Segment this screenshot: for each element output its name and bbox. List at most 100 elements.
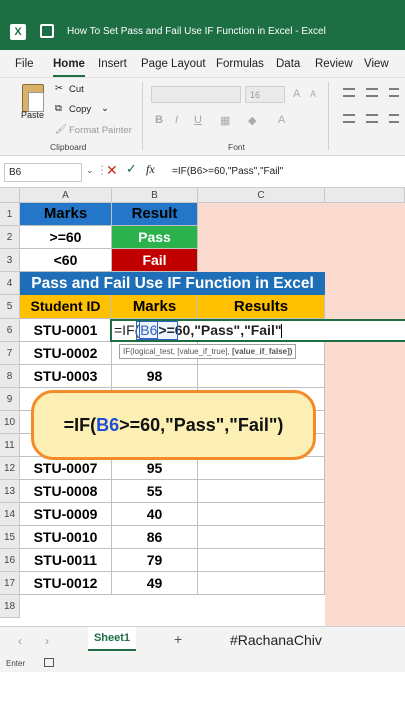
chevron-down-icon[interactable]: ⌄	[101, 103, 109, 114]
ribbon: Paste ✂ Cut ⧉ Copy ⌄ 🖌 Format Painter Cl…	[0, 78, 405, 156]
legend-header-marks[interactable]: Marks	[20, 203, 112, 226]
column-header-b[interactable]: B	[112, 188, 198, 203]
decrease-font-icon[interactable]: A	[310, 89, 316, 99]
scroll-left-icon[interactable]: ‹	[18, 634, 22, 648]
sheet-tab-sheet1[interactable]: Sheet1	[88, 627, 136, 651]
cell-marks[interactable]: 55	[112, 480, 198, 503]
enter-icon[interactable]: ✓	[126, 161, 137, 177]
fill-color-icon[interactable]: ◆	[248, 114, 256, 127]
insert-function-icon[interactable]: fx	[146, 162, 155, 177]
align-bottom-icon[interactable]	[389, 88, 399, 97]
row-header[interactable]: 18	[0, 595, 20, 618]
cell-student-id[interactable]: STU-0011	[20, 549, 112, 572]
align-center-icon[interactable]	[366, 114, 378, 123]
row-header[interactable]: 3	[0, 249, 20, 272]
cell-student-id[interactable]: STU-0002	[20, 342, 112, 365]
row-header[interactable]: 8	[0, 365, 20, 388]
row-header[interactable]: 9	[0, 388, 20, 411]
cell-result[interactable]	[198, 526, 325, 549]
row-header[interactable]: 7	[0, 342, 20, 365]
legend-condition-pass[interactable]: >=60	[20, 226, 112, 249]
row-header[interactable]: 13	[0, 480, 20, 503]
name-box[interactable]: B6	[4, 163, 82, 182]
cell-student-id[interactable]: STU-0003	[20, 365, 112, 388]
cell-marks[interactable]: 86	[112, 526, 198, 549]
cell-result[interactable]	[198, 503, 325, 526]
bold-icon[interactable]: B	[155, 114, 163, 126]
save-icon[interactable]	[40, 24, 54, 38]
cell-student-id[interactable]: STU-0009	[20, 503, 112, 526]
align-right-icon[interactable]	[389, 114, 399, 123]
header-results[interactable]: Results	[198, 295, 325, 319]
paste-button[interactable]: Paste	[21, 110, 44, 120]
row-header[interactable]: 2	[0, 226, 20, 249]
tab-file[interactable]: File	[15, 58, 34, 70]
italic-icon[interactable]: I	[175, 114, 178, 126]
column-header-d[interactable]	[325, 188, 405, 203]
cell-student-id[interactable]: STU-0008	[20, 480, 112, 503]
align-middle-icon[interactable]	[366, 88, 378, 97]
format-painter-button[interactable]: Format Painter	[69, 125, 132, 136]
cancel-icon[interactable]: ✕	[106, 162, 118, 179]
increase-font-icon[interactable]: A	[293, 88, 300, 100]
tab-formulas[interactable]: Formulas	[216, 58, 264, 70]
copy-button[interactable]: Copy	[69, 104, 91, 115]
font-color-icon[interactable]: A	[278, 114, 285, 126]
column-header-a[interactable]: A	[20, 188, 112, 203]
legend-pass[interactable]: Pass	[112, 226, 198, 249]
font-size-field[interactable]: 16	[245, 86, 285, 103]
row-header[interactable]: 17	[0, 572, 20, 595]
accessibility-icon[interactable]	[44, 658, 54, 667]
tab-insert[interactable]: Insert	[98, 58, 127, 70]
row-header[interactable]: 15	[0, 526, 20, 549]
font-name-field[interactable]	[151, 86, 241, 103]
cell-result[interactable]	[198, 457, 325, 480]
column-header-c[interactable]: C	[198, 188, 325, 203]
row-header[interactable]: 6	[0, 319, 20, 342]
select-all-corner[interactable]	[0, 188, 20, 203]
cell-result[interactable]	[198, 480, 325, 503]
chevron-down-icon[interactable]: ⌄	[86, 165, 94, 176]
row-header[interactable]: 4	[0, 272, 20, 295]
header-marks[interactable]: Marks	[112, 295, 198, 319]
add-sheet-button[interactable]: +	[174, 631, 182, 647]
paste-icon[interactable]	[22, 84, 44, 112]
row-header[interactable]: 10	[0, 411, 20, 434]
formula-input[interactable]: =IF(B6>=60,"Pass","Fail"	[172, 166, 283, 177]
cell-student-id[interactable]: STU-0001	[20, 319, 112, 342]
row-header[interactable]: 14	[0, 503, 20, 526]
tab-page-layout[interactable]: Page Layout	[141, 58, 206, 70]
cut-button[interactable]: Cut	[69, 84, 84, 95]
cell-result[interactable]	[198, 365, 325, 388]
legend-fail[interactable]: Fail	[112, 249, 198, 272]
row-header[interactable]: 11	[0, 434, 20, 457]
copy-icon: ⧉	[55, 103, 62, 114]
row-header[interactable]: 16	[0, 549, 20, 572]
cell-student-id[interactable]: STU-0007	[20, 457, 112, 480]
tab-home[interactable]: Home	[53, 58, 85, 70]
tab-view[interactable]: View	[364, 58, 389, 70]
align-top-icon[interactable]	[343, 88, 355, 97]
row-header[interactable]: 1	[0, 203, 20, 226]
table-title-banner[interactable]: Pass and Fail Use IF Function in Excel	[20, 272, 325, 295]
cell-marks[interactable]: 49	[112, 572, 198, 595]
cell-marks[interactable]: 95	[112, 457, 198, 480]
cell-result[interactable]	[198, 572, 325, 595]
cell-result[interactable]	[198, 549, 325, 572]
cell-student-id[interactable]: STU-0010	[20, 526, 112, 549]
tab-data[interactable]: Data	[276, 58, 300, 70]
underline-icon[interactable]: U	[194, 114, 202, 126]
header-student-id[interactable]: Student ID	[20, 295, 112, 319]
cell-marks[interactable]: 40	[112, 503, 198, 526]
align-left-icon[interactable]	[343, 114, 355, 123]
legend-condition-fail[interactable]: <60	[20, 249, 112, 272]
legend-header-result[interactable]: Result	[112, 203, 198, 226]
row-header[interactable]: 5	[0, 295, 20, 319]
borders-icon[interactable]: ▦	[220, 114, 230, 127]
tab-review[interactable]: Review	[315, 58, 353, 70]
cell-student-id[interactable]: STU-0012	[20, 572, 112, 595]
scroll-right-icon[interactable]: ›	[45, 634, 49, 648]
cell-marks[interactable]: 98	[112, 365, 198, 388]
cell-marks[interactable]: 79	[112, 549, 198, 572]
row-header[interactable]: 12	[0, 457, 20, 480]
